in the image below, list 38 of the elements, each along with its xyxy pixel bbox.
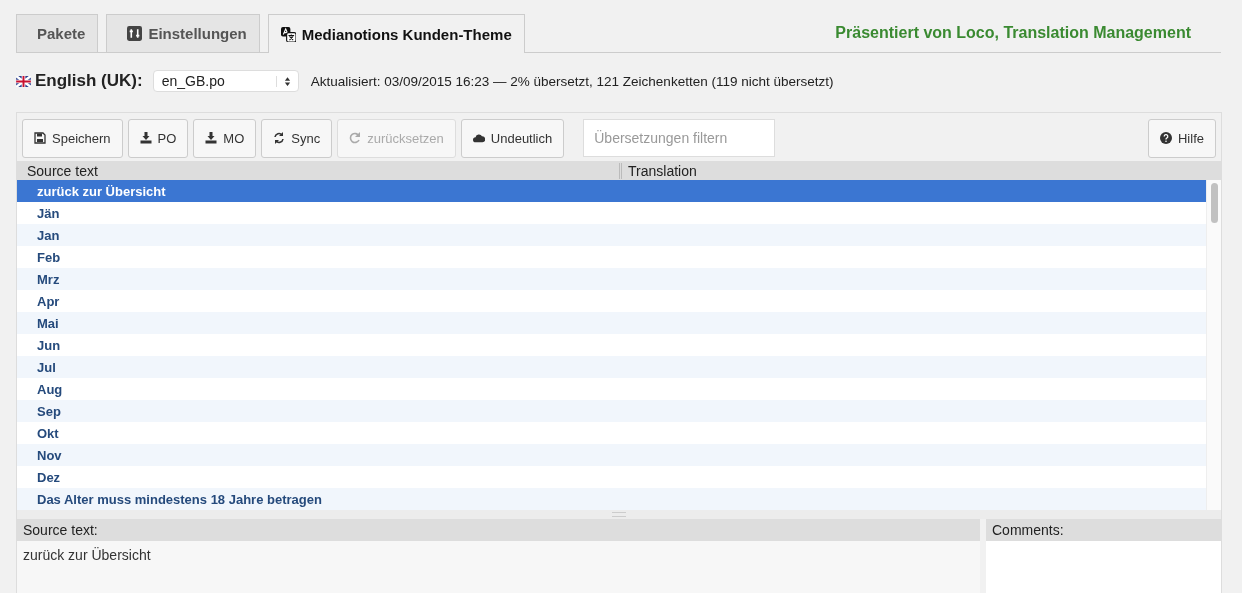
panel-heading: Comments:: [986, 519, 1221, 541]
help-button[interactable]: Hilfe: [1148, 118, 1216, 158]
string-row[interactable]: Jul: [17, 356, 1206, 378]
tab[interactable]: Einstellungen: [106, 14, 260, 52]
panel-heading: Source text:: [17, 519, 980, 541]
flag-icon: [16, 75, 31, 87]
sync-icon: [273, 132, 286, 144]
sliders-icon: [127, 26, 143, 41]
string-row[interactable]: Das Alter muss mindestens 18 Jahre betragen: [17, 488, 1206, 510]
cloud-icon: [472, 132, 485, 144]
revert-icon: [349, 132, 362, 144]
download-icon: [205, 132, 218, 144]
tab[interactable]: Pakete: [16, 14, 99, 52]
resize-handle[interactable]: [612, 512, 626, 517]
string-row[interactable]: Mrz: [17, 268, 1206, 290]
toolbar-button[interactable]: PO: [127, 118, 189, 158]
translate-icon: [280, 26, 296, 42]
string-row[interactable]: Mai: [17, 312, 1206, 334]
toolbar-button[interactable]: Speichern: [22, 118, 123, 158]
toolbar-button[interactable]: MO: [193, 118, 257, 158]
scrollbar-thumb[interactable]: [1210, 183, 1218, 223]
toolbar-button[interactable]: Undeutlich: [460, 118, 565, 158]
string-row[interactable]: Sep: [17, 400, 1206, 422]
credit-text: Präsentiert von Loco, Translation Management: [835, 24, 1191, 42]
help-icon: [1160, 132, 1172, 144]
download-icon: [139, 132, 152, 144]
column-header[interactable]: Translation: [622, 162, 697, 179]
string-row[interactable]: zurück zur Übersicht: [17, 180, 1206, 202]
string-row[interactable]: Jan: [17, 224, 1206, 246]
toolbar-button[interactable]: Sync: [261, 118, 333, 158]
source-text: zurück zur Übersicht: [22, 546, 152, 565]
status-text: Aktualisiert: 03/09/2015 16:23 — 2% übersetzt, 121 Zeichenketten (119 nicht übersetzt): [310, 73, 834, 89]
filter-field[interactable]: Übersetzungen filtern: [583, 119, 776, 157]
save-icon: [34, 132, 46, 144]
tab[interactable]: Medianotions Kunden-Theme: [267, 14, 525, 53]
string-row[interactable]: Nov: [17, 444, 1206, 466]
file-select[interactable]: en_GB.po: [152, 70, 299, 92]
language-label: English (UK):: [35, 71, 143, 91]
